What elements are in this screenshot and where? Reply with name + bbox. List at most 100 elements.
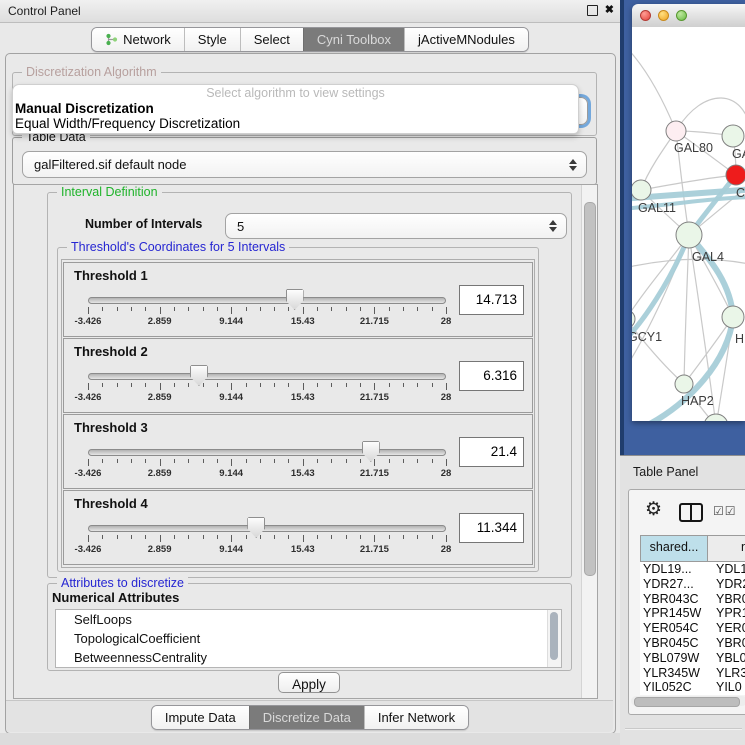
threshold-value-field[interactable]: 21.4 (459, 437, 524, 467)
tick-label: -3.426 (75, 316, 102, 327)
apply-button[interactable]: Apply (278, 672, 340, 693)
attribute-item-topologicalcoefficient[interactable]: TopologicalCoefficient (56, 629, 561, 648)
network-node-gal11[interactable] (632, 180, 651, 200)
bottom-tab-discretize-data[interactable]: Discretize Data (249, 706, 364, 729)
table-cell: YPR1 (709, 606, 745, 621)
threshold-value-field[interactable]: 6.316 (459, 361, 524, 391)
column-header-2[interactable]: na (708, 536, 745, 561)
slider-tick (403, 535, 404, 539)
bottom-tab-impute-data[interactable]: Impute Data (152, 706, 249, 729)
list-scrollbar[interactable] (547, 610, 561, 667)
slider-tick (160, 383, 161, 390)
tick-label: 9.144 (219, 316, 243, 327)
columns-icon[interactable] (679, 503, 703, 522)
slider-tick (174, 535, 175, 539)
threshold-value-field[interactable]: 11.344 (459, 513, 524, 543)
threshold-value-field[interactable]: 14.713 (459, 285, 524, 315)
node-table: ⚙ ☑☑ shared...na YDL19...YDL1YDR27...YDR… (628, 489, 745, 715)
slider-tick (217, 535, 218, 539)
slider-track[interactable] (88, 525, 446, 532)
algorithm-option-manual-discretization[interactable]: Manual Discretization (13, 101, 578, 116)
close-icon[interactable]: ✖ (605, 5, 614, 16)
slider-track[interactable] (88, 297, 446, 304)
table-row[interactable]: YDR27...YDR2 (640, 577, 745, 592)
tab-label: Infer Network (378, 706, 455, 729)
table-row[interactable]: YPR145WYPR1 (640, 606, 745, 621)
threshold-slider[interactable]: -3.4262.8599.14415.4321.71528 (88, 439, 446, 485)
zoom-light[interactable] (676, 10, 687, 21)
tick-label: 28 (441, 392, 452, 403)
network-node-hap2[interactable] (675, 375, 693, 393)
network-window-titlebar[interactable] (632, 4, 745, 28)
table-cell: YIL0 (709, 680, 742, 695)
slider-track[interactable] (88, 373, 446, 380)
attribute-item-selfloops[interactable]: SelfLoops (56, 610, 561, 629)
horizontal-scrollbar[interactable] (631, 696, 745, 706)
algorithm-option-equal-width-frequency-discretization[interactable]: Equal Width/Frequency Discretization (13, 116, 578, 131)
network-node-h[interactable] (722, 306, 744, 328)
table-row[interactable]: YLR345WYLR3 (640, 666, 745, 681)
column-header-1[interactable]: shared... (641, 536, 708, 561)
slider-thumb[interactable] (190, 365, 208, 386)
table-row[interactable]: YBR043CYBR0 (640, 592, 745, 607)
slider-tick (88, 383, 89, 390)
slider-tick (317, 383, 318, 387)
network-canvas[interactable]: GAL80GACGAL11GAL4GCY1HHAP2 (632, 27, 745, 421)
threshold-label: Threshold 4 (74, 496, 148, 511)
algorithm-dropdown-popup: Select algorithm to view settings Manual… (12, 84, 579, 134)
table-cell: YBR0 (709, 636, 745, 651)
node-label-gal4: GAL4 (692, 250, 724, 264)
tick-label: 9.144 (219, 392, 243, 403)
gear-icon[interactable]: ⚙ (645, 499, 662, 521)
slider-thumb[interactable] (362, 441, 380, 462)
network-node-gal80[interactable] (666, 121, 686, 141)
scrollbar-thumb[interactable] (584, 202, 596, 576)
slider-track[interactable] (88, 449, 446, 456)
table-row[interactable]: YBR045CYBR0 (640, 636, 745, 651)
bottom-tab-infer-network[interactable]: Infer Network (364, 706, 468, 729)
node-label-c: C (736, 186, 745, 200)
top-tab-select[interactable]: Select (240, 28, 303, 51)
top-tab-bar: NetworkStyleSelectCyni ToolboxjActiveMNo… (0, 27, 620, 52)
vertical-scrollbar[interactable] (581, 185, 597, 698)
slider-tick (131, 535, 132, 539)
threshold-slider[interactable]: -3.4262.8599.14415.4321.71528 (88, 515, 446, 561)
top-tab-cyni-toolbox[interactable]: Cyni Toolbox (303, 28, 404, 51)
top-tab-jactivemnodules[interactable]: jActiveMNodules (404, 28, 528, 51)
network-node-gal4[interactable] (676, 222, 702, 248)
slider-tick (88, 307, 89, 314)
top-tab-network[interactable]: Network (92, 28, 184, 51)
network-node-gcy1[interactable] (632, 310, 635, 328)
slider-tick (331, 459, 332, 463)
table-data-select[interactable]: galFiltered.sif default node (22, 151, 587, 178)
table-row[interactable]: YDL19...YDL1 (640, 562, 745, 577)
slider-tick (446, 459, 447, 466)
threshold-slider[interactable]: -3.4262.8599.14415.4321.71528 (88, 287, 446, 333)
table-row[interactable]: YBL079WYBL0 (640, 651, 745, 666)
close-light[interactable] (640, 10, 651, 21)
list-scrollbar-thumb[interactable] (550, 612, 558, 660)
slider-tick (131, 383, 132, 387)
slider-tick (246, 307, 247, 311)
table-panel-title: Table Panel (633, 465, 698, 479)
network-node-ga[interactable] (722, 125, 744, 147)
table-cell: YBR0 (709, 592, 745, 607)
top-tab-style[interactable]: Style (184, 28, 240, 51)
threshold-slider[interactable]: -3.4262.8599.14415.4321.71528 (88, 363, 446, 409)
tick-label: 21.715 (360, 468, 389, 479)
horizontal-scrollbar-thumb[interactable] (634, 697, 740, 707)
slider-thumb[interactable] (247, 517, 265, 538)
checkboxes-icon[interactable]: ☑☑ (713, 504, 737, 518)
network-node-c[interactable] (726, 165, 745, 185)
table-row[interactable]: YIL052CYIL0 (640, 680, 745, 695)
numerical-attributes-list[interactable]: SelfLoopsTopologicalCoefficientBetweenne… (55, 609, 562, 668)
minimize-light[interactable] (658, 10, 669, 21)
slider-tick (117, 535, 118, 539)
table-row[interactable]: YER054CYER0 (640, 621, 745, 636)
slider-tick (432, 535, 433, 539)
table-cell: YPR145W (640, 606, 709, 621)
attribute-item-betweennesscentrality[interactable]: BetweennessCentrality (56, 648, 561, 667)
number-of-intervals-select[interactable]: 5 (225, 213, 567, 239)
network-edge (632, 45, 676, 131)
float-window-icon[interactable] (587, 5, 598, 16)
